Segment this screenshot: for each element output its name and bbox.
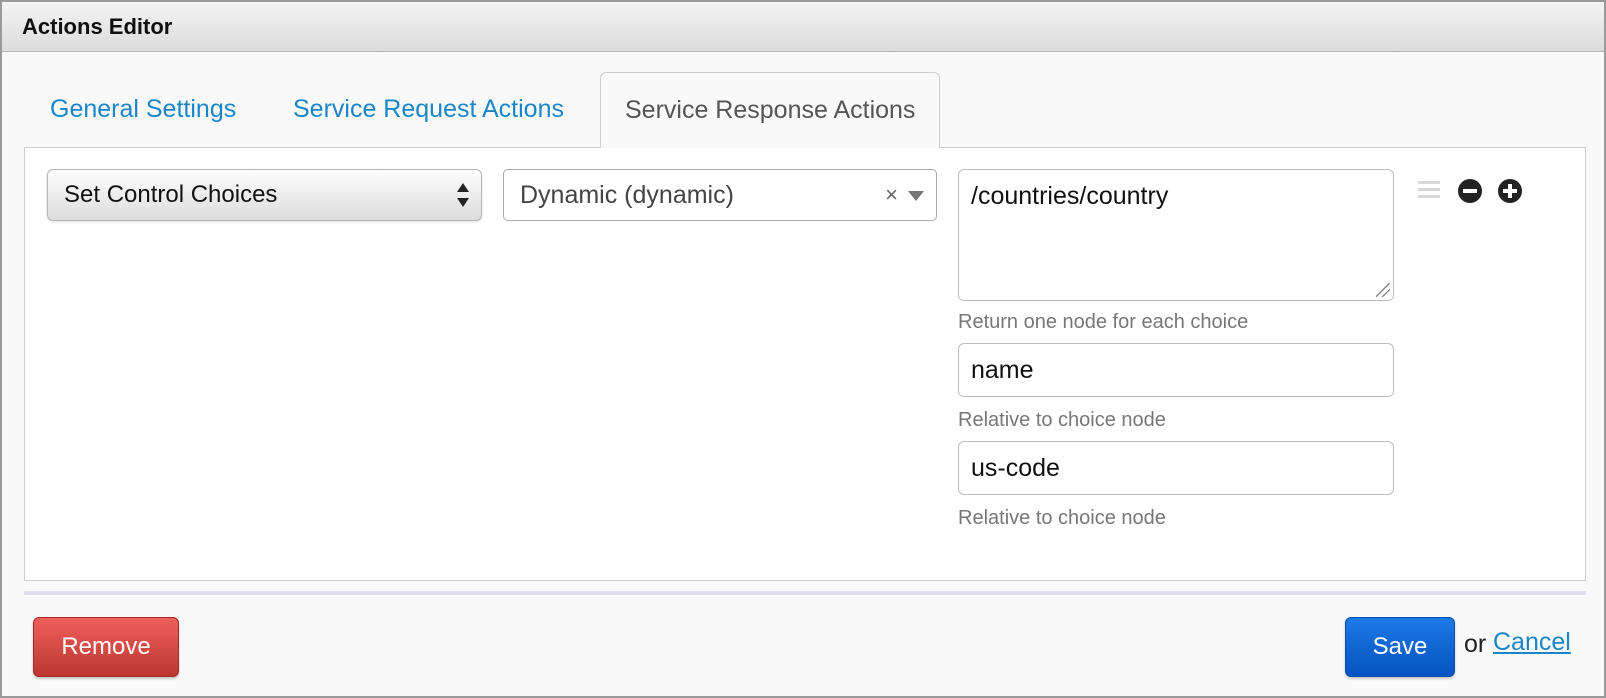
choice-label-help: Relative to choice node <box>958 409 1166 431</box>
choices-xpath-help: Return one node for each choice <box>958 311 1249 333</box>
cancel-link[interactable]: Cancel <box>1493 628 1571 657</box>
chevron-down-icon[interactable] <box>908 191 924 201</box>
minus-circle-icon[interactable] <box>1458 179 1482 203</box>
control-combo[interactable]: Dynamic (dynamic) × <box>503 169 937 221</box>
tab-service-request-actions[interactable]: Service Request Actions <box>269 72 588 148</box>
choice-value-input[interactable]: us-code <box>958 441 1394 495</box>
remove-button[interactable]: Remove <box>33 617 179 677</box>
dialog-title: Actions Editor <box>22 14 173 39</box>
tab-service-response-actions[interactable]: Service Response Actions <box>600 72 941 148</box>
choice-value-help: Relative to choice node <box>958 507 1166 529</box>
action-panel: Set Control Choices Dynamic (dynamic) × … <box>24 147 1586 581</box>
action-type-value: Set Control Choices <box>64 181 278 208</box>
resize-grip-icon[interactable] <box>1376 283 1390 297</box>
control-combo-value: Dynamic (dynamic) <box>520 181 734 209</box>
choices-xpath-value: /countries/country <box>971 182 1169 210</box>
tab-general-settings[interactable]: General Settings <box>26 72 260 148</box>
select-arrows-icon <box>457 183 469 207</box>
plus-circle-icon[interactable] <box>1498 179 1522 203</box>
actions-editor-dialog: Actions Editor General Settings Service … <box>0 0 1606 698</box>
drag-handle-icon[interactable] <box>1418 181 1440 201</box>
save-button[interactable]: Save <box>1345 617 1455 677</box>
clear-icon[interactable]: × <box>885 170 898 220</box>
choice-label-input[interactable]: name <box>958 343 1394 397</box>
or-text: or <box>1464 630 1487 658</box>
action-type-select[interactable]: Set Control Choices <box>47 169 482 221</box>
dialog-titlebar: Actions Editor <box>2 2 1604 52</box>
choices-xpath-textarea[interactable]: /countries/country <box>958 169 1394 301</box>
footer-divider <box>24 591 1586 595</box>
